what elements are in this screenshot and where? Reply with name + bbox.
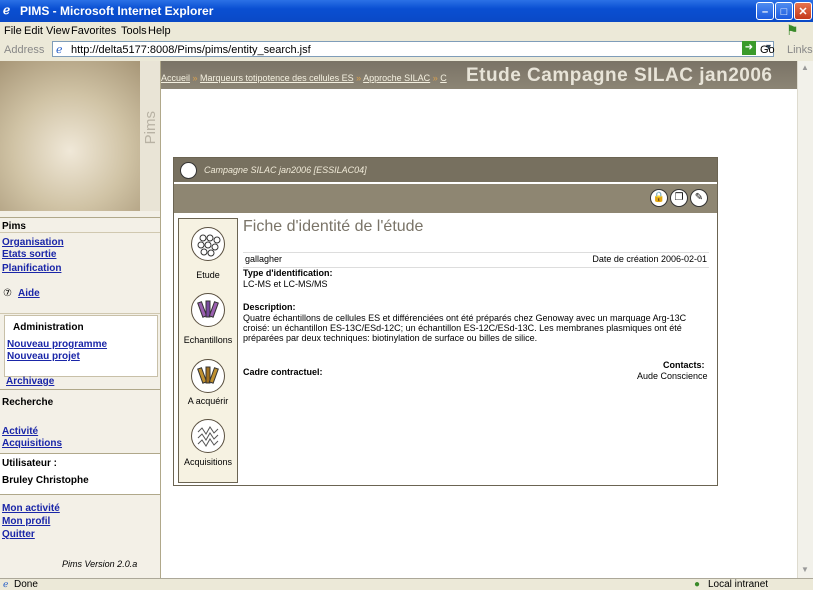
scroll-down-icon[interactable]: ▼: [801, 565, 809, 574]
menu-favorites[interactable]: Favorites: [71, 25, 116, 37]
header-photo: [0, 61, 140, 211]
section-pims: Pims: [2, 221, 26, 232]
acquisitions-nav-icon[interactable]: [191, 419, 225, 453]
link-quitter[interactable]: Quitter: [2, 529, 35, 540]
go-button[interactable]: Go: [760, 44, 775, 56]
breadcrumb-current[interactable]: C: [440, 73, 447, 83]
menu-edit[interactable]: Edit: [24, 25, 43, 37]
version-label: Pims Version 2.0.a: [62, 559, 138, 569]
description-value: Quatre échantillons de cellules ES et di…: [243, 313, 687, 343]
to-acquire-nav-icon[interactable]: [191, 359, 225, 393]
breadcrumb: Accueil » Marqueurs totipotence des cell…: [161, 73, 447, 83]
nav-label-etude[interactable]: Etude: [179, 270, 237, 280]
fiche-title: Fiche d'identité de l'étude: [243, 218, 424, 235]
link-organisation[interactable]: Organisation: [2, 237, 64, 248]
address-input[interactable]: ℯ http://delta5177:8008/Pims/pims/entity…: [52, 41, 774, 57]
contract-label: Cadre contractuel:: [243, 367, 323, 377]
page-icon: ℯ: [56, 44, 63, 56]
breadcrumb-marqueurs[interactable]: Marqueurs totipotence des cellules ES: [200, 73, 354, 83]
go-arrow-icon[interactable]: ➜: [742, 41, 756, 55]
edit-icon[interactable]: ✎: [690, 189, 708, 207]
section-administration: Administration: [13, 322, 84, 333]
link-archivage[interactable]: Archivage: [6, 376, 54, 387]
contacts-value: Aude Conscience: [637, 371, 708, 381]
link-nouveau-projet[interactable]: Nouveau projet: [7, 351, 80, 362]
status-right: Local intranet: [708, 579, 769, 590]
status-left: Done: [14, 579, 38, 590]
samples-nav-icon[interactable]: [191, 293, 225, 327]
section-recherche: Recherche: [2, 397, 54, 408]
link-etats-sortie[interactable]: Etats sortie: [2, 249, 56, 260]
address-bar: Address ℯ http://delta5177:8008/Pims/pim…: [0, 39, 813, 62]
help-icon: ⑦: [3, 288, 12, 299]
link-activite[interactable]: Activité: [2, 426, 38, 437]
window-title: PIMS - Microsoft Internet Explorer: [20, 4, 214, 18]
address-url: http://delta5177:8008/Pims/pims/entity_s…: [71, 44, 311, 56]
identification-value: LC-MS et LC-MS/MS: [243, 279, 328, 289]
lock-icon[interactable]: 🔒: [650, 189, 668, 207]
breadcrumb-accueil[interactable]: Accueil: [161, 73, 190, 83]
minimize-button[interactable]: –: [756, 2, 774, 20]
windows-flag-icon: ⚑: [786, 22, 799, 38]
link-mon-profil[interactable]: Mon profil: [2, 516, 50, 527]
intranet-icon: ●: [694, 579, 701, 590]
menu-tools[interactable]: Tools: [121, 25, 147, 37]
menu-view[interactable]: View: [46, 25, 70, 37]
study-icon: [180, 162, 197, 179]
creation-date: Date de création 2006-02-01: [592, 254, 707, 264]
nav-label-a-acquerir[interactable]: A acquérir: [179, 396, 237, 406]
link-mon-activite[interactable]: Mon activité: [2, 503, 60, 514]
card-header: Campagne SILAC jan2006 [ESSILAC04]: [174, 158, 717, 182]
link-acquisitions[interactable]: Acquisitions: [2, 438, 62, 449]
vertical-scrollbar[interactable]: ▲ ▼: [797, 61, 813, 578]
owner-row: gallagher Date de création 2006-02-01: [243, 252, 709, 268]
maximize-button[interactable]: □: [775, 2, 793, 20]
card-header-title: Campagne SILAC jan2006 [ESSILAC04]: [204, 165, 367, 175]
admin-box: Administration Nouveau programme Nouveau…: [4, 315, 158, 377]
study-card: Campagne SILAC jan2006 [ESSILAC04] 🔒 ❐ ✎…: [173, 157, 718, 486]
address-label: Address: [4, 44, 45, 56]
header-bar: Accueil » Marqueurs totipotence des cell…: [161, 61, 797, 89]
description-label: Description:: [243, 302, 296, 312]
entity-nav: Etude Echantillons A acquérir Acquisitio…: [178, 218, 238, 483]
status-bar: ℯ Done ● Local intranet: [0, 578, 813, 590]
window-title-bar[interactable]: ℯ PIMS - Microsoft Internet Explorer – □…: [0, 0, 813, 22]
ie-icon: ℯ: [3, 3, 11, 17]
nav-label-echantillons[interactable]: Echantillons: [179, 335, 237, 345]
brand-vertical: Pims: [140, 61, 160, 211]
menu-file[interactable]: File: [4, 25, 22, 37]
copy-icon[interactable]: ❐: [670, 189, 688, 207]
menu-bar: File Edit View Favorites Tools Help ⚑: [0, 22, 813, 40]
page-title: Etude Campagne SILAC jan2006: [466, 65, 773, 86]
link-nouveau-programme[interactable]: Nouveau programme: [7, 339, 107, 350]
scroll-up-icon[interactable]: ▲: [801, 63, 809, 72]
contacts-label: Contacts:: [663, 360, 705, 370]
card-toolbar: 🔒 ❐ ✎: [174, 184, 717, 213]
study-nav-icon[interactable]: [191, 227, 225, 261]
user-name: Bruley Christophe: [2, 475, 89, 486]
link-aide[interactable]: Aide: [18, 288, 40, 299]
left-sidebar: Pims Pims Organisation Etats sortie Plan…: [0, 61, 161, 578]
user-box: Utilisateur : Bruley Christophe: [0, 453, 160, 495]
owner-name: gallagher: [245, 254, 283, 264]
nav-label-acquisitions[interactable]: Acquisitions: [179, 457, 237, 467]
status-ie-icon: ℯ: [3, 579, 9, 589]
links-button[interactable]: Links: [787, 44, 813, 56]
menu-help[interactable]: Help: [148, 25, 171, 37]
identification-label: Type d'identification:: [243, 268, 333, 278]
close-button[interactable]: ✕: [794, 2, 812, 20]
breadcrumb-approche[interactable]: Approche SILAC: [363, 73, 430, 83]
link-planification[interactable]: Planification: [2, 263, 61, 274]
user-label: Utilisateur :: [2, 458, 58, 469]
